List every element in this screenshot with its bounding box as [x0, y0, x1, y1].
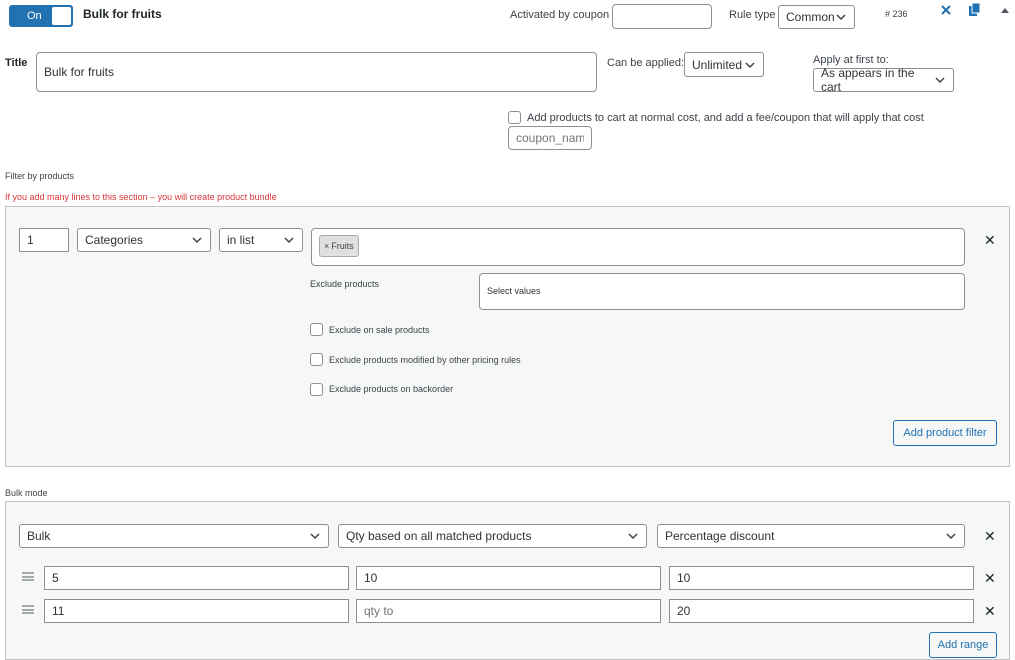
apply-first-value: As appears in the cart	[821, 66, 915, 94]
exclude-on-sale-checkbox[interactable]	[310, 323, 323, 336]
add-range-button[interactable]: Add range	[929, 632, 997, 658]
fee-coupon-label: Add products to cart at normal cost, and…	[527, 112, 924, 124]
bulk-mode-value: Bulk	[27, 529, 51, 543]
range-to-input[interactable]	[356, 599, 661, 623]
can-be-applied-select[interactable]: Unlimited	[684, 52, 764, 77]
add-product-filter-button[interactable]: Add product filter	[893, 420, 997, 446]
collapse-rule-icon[interactable]	[1000, 4, 1010, 14]
range-from-input[interactable]: 5	[44, 566, 349, 590]
remove-range-icon[interactable]: ✕	[984, 571, 996, 585]
exclude-modified-checkbox[interactable]	[310, 353, 323, 366]
activated-by-coupon-input[interactable]	[612, 4, 712, 29]
drag-handle-icon[interactable]	[22, 605, 34, 614]
exclude-products-select[interactable]: Select values	[479, 273, 965, 310]
filter-method-value: in list	[227, 233, 255, 247]
qty-based-value: Qty based on all matched products	[346, 529, 532, 543]
remove-filter-icon[interactable]: ✕	[984, 233, 996, 247]
tag-label: Fruits	[331, 240, 354, 251]
exclude-on-sale-label: Exclude on sale products	[329, 325, 430, 335]
exclude-modified-label: Exclude products modified by other prici…	[329, 355, 521, 365]
chevron-down-icon	[934, 74, 946, 86]
exclude-backorder-checkbox[interactable]	[310, 383, 323, 396]
remove-range-icon[interactable]: ✕	[984, 604, 996, 618]
chevron-down-icon	[945, 530, 957, 542]
activated-by-coupon-label: Activated by coupon	[510, 9, 610, 21]
delete-rule-icon[interactable]	[940, 3, 952, 17]
filter-qty-input[interactable]: 1	[19, 228, 69, 252]
chevron-down-icon	[627, 530, 639, 542]
discount-type-select[interactable]: Percentage discount	[657, 524, 965, 548]
chevron-down-icon	[283, 234, 295, 246]
bulk-panel: Bulk Qty based on all matched products P…	[5, 501, 1010, 660]
rule-type-label: Rule type	[729, 9, 776, 21]
chevron-down-icon	[191, 234, 203, 246]
drag-handle-icon[interactable]	[22, 572, 34, 581]
toggle-label: On	[27, 10, 42, 22]
rule-enabled-toggle[interactable]: On	[9, 5, 73, 27]
rule-type-value: Common	[786, 10, 835, 24]
qty-based-select[interactable]: Qty based on all matched products	[338, 524, 647, 548]
filter-type-value: Categories	[85, 233, 144, 247]
filter-method-select[interactable]: in list	[219, 228, 303, 252]
chevron-down-icon	[309, 530, 321, 542]
bulk-mode-select[interactable]: Bulk	[19, 524, 329, 548]
range-from-input[interactable]: 11	[44, 599, 349, 623]
rule-name-heading: Bulk for fruits	[83, 7, 162, 21]
title-label: Title	[5, 57, 28, 69]
copy-rule-icon[interactable]	[968, 2, 982, 18]
remove-tag-icon[interactable]: ×	[324, 241, 329, 251]
rule-type-select[interactable]: Common	[778, 5, 855, 29]
toggle-knob	[52, 7, 71, 25]
fee-coupon-checkbox[interactable]	[508, 111, 521, 124]
range-value-input[interactable]: 10	[669, 566, 974, 590]
chevron-down-icon	[835, 11, 847, 23]
apply-first-select[interactable]: As appears in the cart	[813, 66, 954, 94]
discount-type-value: Percentage discount	[665, 529, 775, 543]
bundle-warning: If you add many lines to this section – …	[5, 192, 277, 202]
range-to-input[interactable]: 10	[356, 566, 661, 590]
coupon-name-input[interactable]	[508, 126, 592, 150]
apply-first-label: Apply at first to:	[813, 54, 889, 66]
rule-id: # 236	[885, 9, 908, 19]
exclude-backorder-label: Exclude products on backorder	[329, 384, 454, 394]
range-value-input[interactable]: 20	[669, 599, 974, 623]
can-be-applied-value: Unlimited	[692, 57, 743, 72]
filter-value-tag: × Fruits	[319, 235, 359, 257]
chevron-down-icon	[744, 59, 756, 71]
filter-values-multiselect[interactable]: × Fruits	[311, 228, 965, 266]
remove-bulk-icon[interactable]: ✕	[984, 529, 996, 543]
filter-type-select[interactable]: Categories	[77, 228, 211, 252]
exclude-products-label: Exclude products	[310, 279, 380, 289]
filter-section-label: Filter by products	[5, 171, 75, 181]
can-be-applied-label: Can be applied:	[607, 57, 685, 69]
title-input[interactable]: Bulk for fruits	[36, 52, 597, 92]
bulk-section-label: Bulk mode	[5, 488, 48, 498]
product-filter-panel: 1 Categories in list × Fruits ✕ Exclude …	[5, 206, 1010, 467]
